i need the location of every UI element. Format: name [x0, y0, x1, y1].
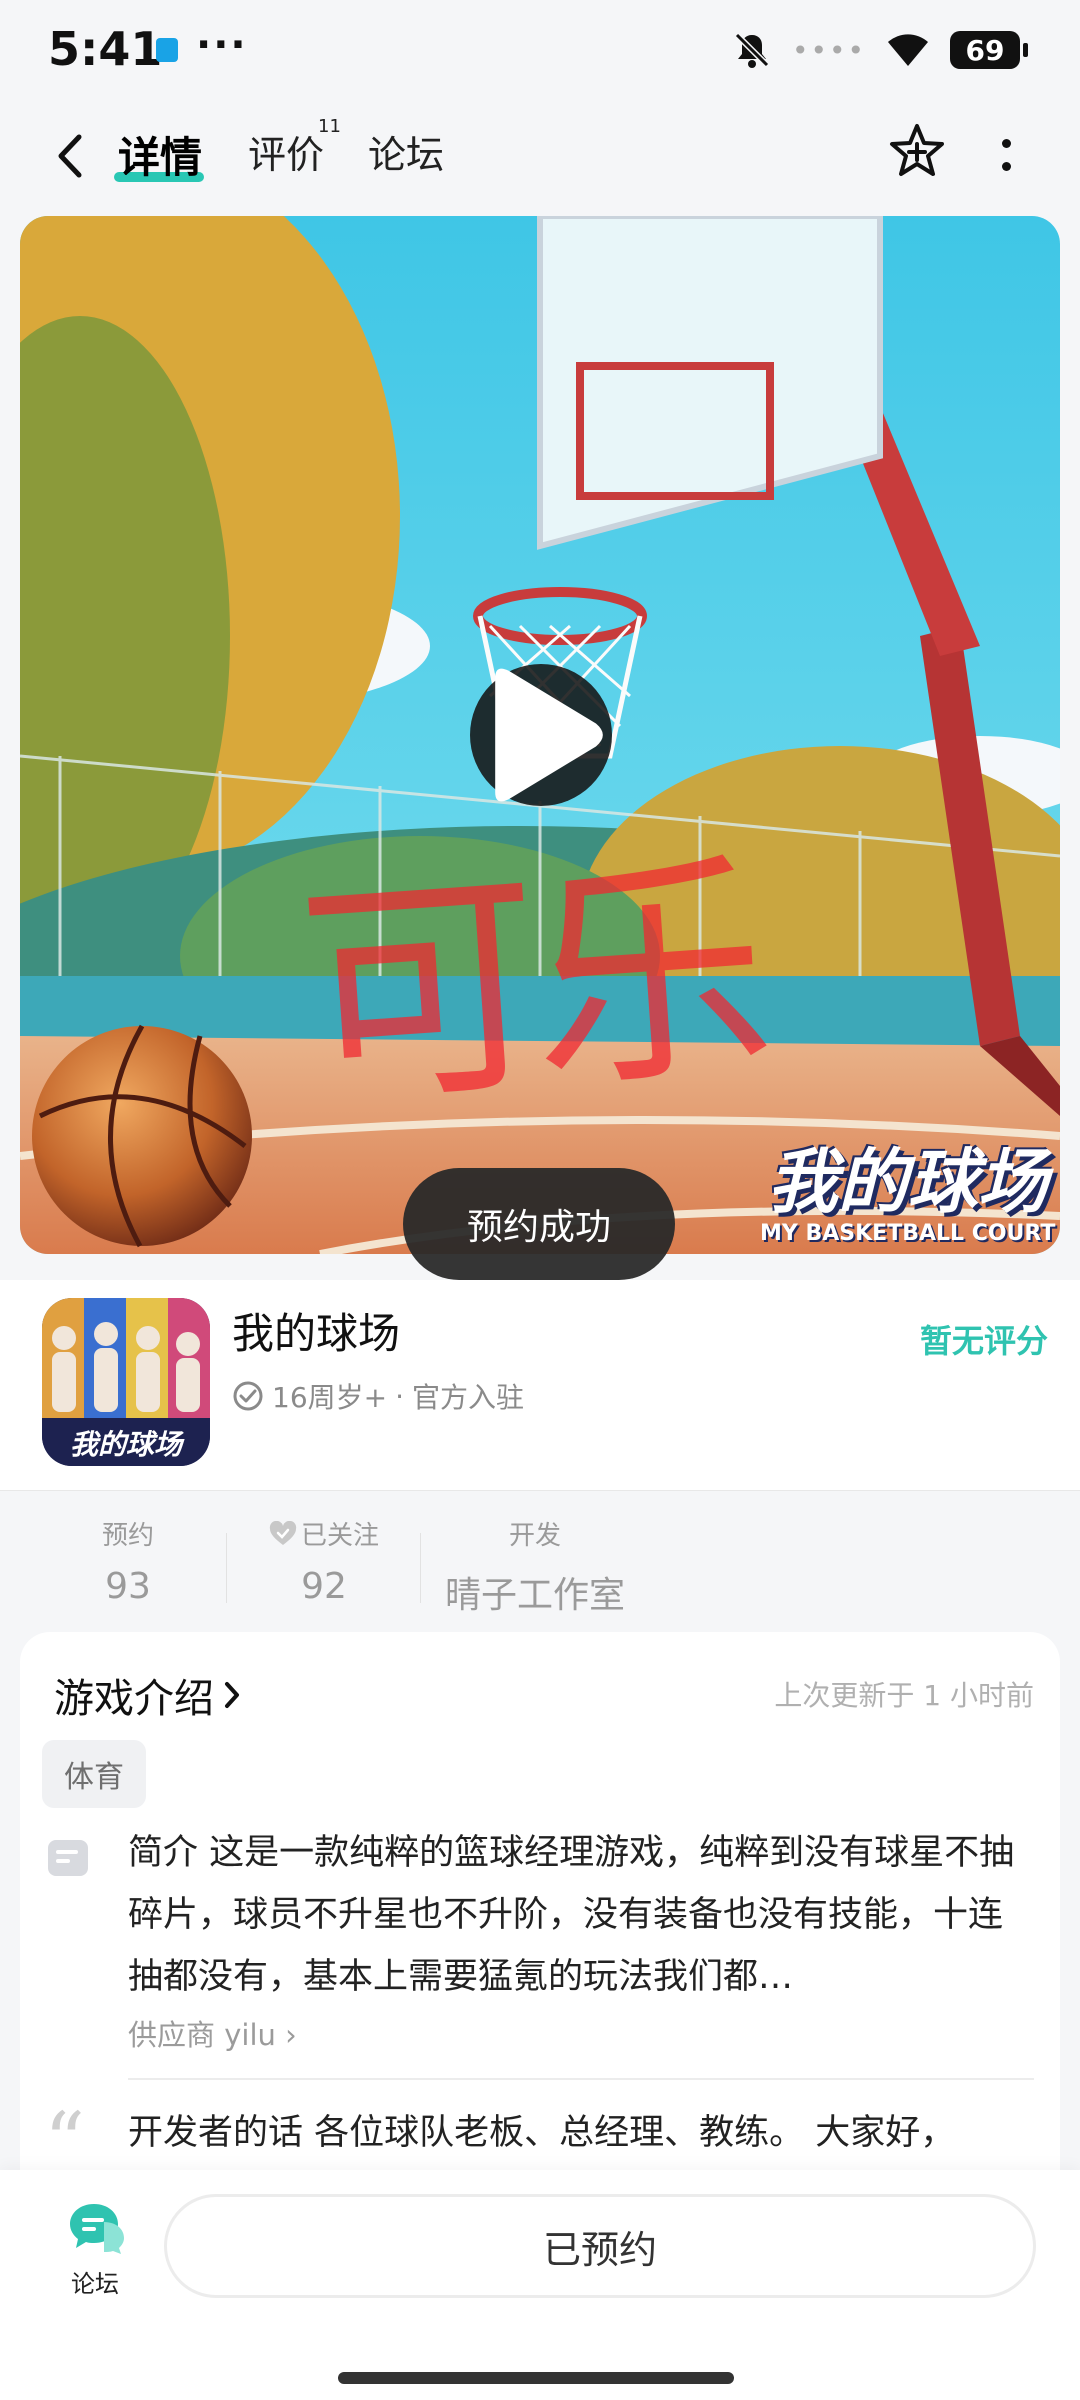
home-indicator[interactable] [338, 2372, 734, 2384]
supplier-link[interactable]: 供应商 yilu › [128, 2012, 297, 2054]
developer-words-body: 各位球队老板、总经理、教练。 大家好， [314, 2113, 956, 2153]
tab-reviews[interactable]: 评价 [248, 124, 324, 179]
status-time: 5:41 [48, 22, 163, 76]
game-info: 我的球场 我的球场 16周岁+ · 官方入驻 暂无评分 [0, 1280, 1080, 1490]
supplier-text: 供应商 yilu [128, 2018, 276, 2052]
description-label: 简介 [128, 1833, 199, 1873]
stats-row: 预约 93 已关注 92 开发 晴子工作室 [0, 1490, 1080, 1630]
app-notification-icon [156, 38, 178, 62]
intro-description[interactable]: 简介 这是一款纯粹的篮球经理游戏，纯粹到没有球星不抽碎片，球员不升星也不升阶，没… [128, 1822, 1028, 2008]
forum-chat-icon [70, 2204, 124, 2254]
wifi-icon [888, 34, 928, 66]
bottom-action-bar: 论坛 已预约 [0, 2170, 1080, 2400]
back-arrow-icon [58, 134, 82, 178]
more-notifications-icon: ··· [196, 22, 248, 68]
more-menu-button[interactable] [994, 130, 1018, 180]
game-title: 我的球场 [232, 1309, 401, 1358]
top-nav: 详情 评价 11 论坛 [0, 110, 1080, 200]
tab-details[interactable]: 详情 [118, 124, 202, 185]
stat-value: 晴子工作室 [444, 1575, 625, 1616]
forum-label: 论坛 [71, 2270, 119, 2298]
chevron-right-icon [225, 1682, 239, 1708]
section-divider [128, 2078, 1034, 2080]
category-tag[interactable]: 体育 [42, 1740, 146, 1808]
reserved-button[interactable]: 已预约 [164, 2194, 1036, 2298]
developer-words[interactable]: 开发者的话 各位球队老板、总经理、教练。 大家好， [128, 2104, 1028, 2155]
description-body: 这是一款纯粹的篮球经理游戏，纯粹到没有球星不抽碎片，球员不升星也不升阶，没有装备… [128, 1833, 1015, 1997]
back-button[interactable] [44, 128, 96, 184]
rating-status: 暂无评分 [919, 1322, 1048, 1360]
hero-logo-title: 我的球场 [767, 1141, 1048, 1223]
handwritten-watermark: 可乐 [292, 828, 771, 1140]
game-meta: 16周岁+ · 官方入驻 [232, 1376, 524, 1416]
reviews-count-badge: 11 [318, 116, 341, 137]
reserve-success-toast: 预约成功 [403, 1168, 675, 1280]
battery-icon: 69 [950, 31, 1028, 69]
age-rating: 16周岁+ [272, 1381, 388, 1414]
last-updated: 上次更新于 1 小时前 [774, 1679, 1034, 1712]
developer-words-label: 开发者的话 [128, 2113, 304, 2153]
stat-reservations: 预约 93 [66, 1515, 190, 1607]
mute-bell-icon [734, 32, 770, 68]
stat-label: 开发 [508, 1521, 561, 1551]
stat-divider [420, 1533, 421, 1603]
stat-divider [226, 1533, 227, 1603]
game-icon-caption: 我的球场 [70, 1428, 185, 1461]
hero-game-logo: 我的球场 MY BASKETBALL COURT [760, 1126, 1055, 1246]
game-icon: 我的球场 [42, 1298, 210, 1466]
signal-icon: •••• [791, 33, 866, 67]
intro-title-link[interactable]: 游戏介绍 [54, 1666, 242, 1724]
status-bar: 5:41 ··· •••• 69 [0, 0, 1080, 100]
verified-check-icon [233, 1381, 263, 1411]
stat-developer[interactable]: 开发 晴子工作室 [440, 1515, 630, 1618]
stat-label: 预约 [101, 1521, 154, 1551]
stat-label: 已关注 [300, 1521, 379, 1551]
favorite-star-icon[interactable] [888, 122, 946, 180]
heart-check-icon [269, 1520, 297, 1545]
official-label: 官方入驻 [412, 1381, 525, 1414]
forum-button[interactable]: 论坛 [50, 2200, 140, 2299]
description-icon [48, 1840, 88, 1876]
stat-following[interactable]: 已关注 92 [254, 1515, 394, 1607]
hero-logo-subtitle: MY BASKETBALL COURT [760, 1221, 1056, 1246]
meta-separator: · [395, 1379, 404, 1413]
tab-forum[interactable]: 论坛 [368, 124, 444, 179]
stat-value: 92 [301, 1566, 347, 1607]
chevron-right-icon: › [285, 2018, 297, 2052]
intro-title: 游戏介绍 [54, 1676, 214, 1722]
stat-value: 93 [105, 1566, 151, 1607]
